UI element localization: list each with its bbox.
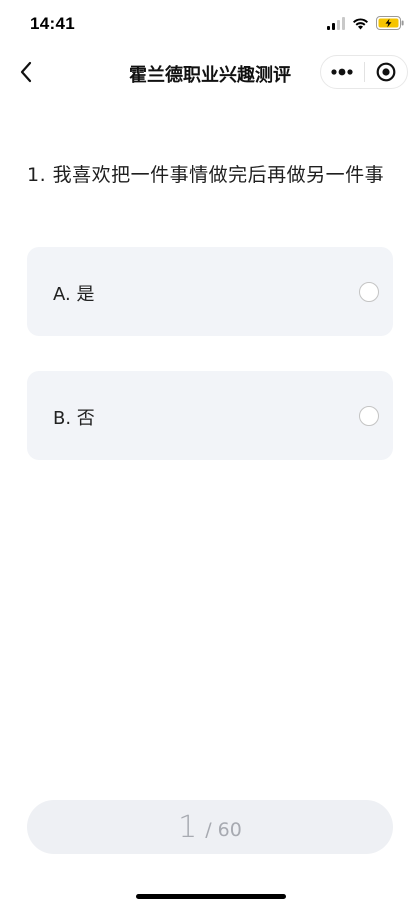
option-label: B. 否 <box>53 408 95 429</box>
option-label: A. 是 <box>53 284 95 305</box>
more-button[interactable] <box>321 56 364 88</box>
chevron-left-icon <box>20 61 32 83</box>
signal-icon <box>327 16 345 30</box>
question-text: 1. 我喜欢把一件事情做完后再做另一件事 <box>27 164 385 186</box>
target-circle-icon <box>376 62 396 82</box>
status-time: 14:41 <box>30 14 75 33</box>
progress-current: 1 <box>178 809 198 845</box>
radio-button[interactable] <box>359 282 379 302</box>
battery-charging-icon <box>376 16 404 30</box>
option-b[interactable]: B. 否 <box>27 371 393 460</box>
close-button[interactable] <box>365 56 408 88</box>
progress-indicator: 1 / 60 <box>27 800 393 854</box>
progress-separator: / <box>205 819 212 841</box>
page-title: 霍兰德职业兴趣测评 <box>129 65 291 86</box>
nav-bar: 霍兰德职业兴趣测评 <box>0 50 420 94</box>
option-a[interactable]: A. 是 <box>27 247 393 336</box>
back-button[interactable] <box>12 58 40 86</box>
home-indicator <box>136 894 286 899</box>
mini-program-capsule <box>320 55 408 89</box>
status-icons <box>327 16 404 30</box>
wifi-icon <box>352 17 369 30</box>
more-dots-icon <box>331 68 353 76</box>
progress-total: 60 <box>217 819 242 841</box>
radio-button[interactable] <box>359 406 379 426</box>
status-bar: 14:41 <box>0 0 420 50</box>
